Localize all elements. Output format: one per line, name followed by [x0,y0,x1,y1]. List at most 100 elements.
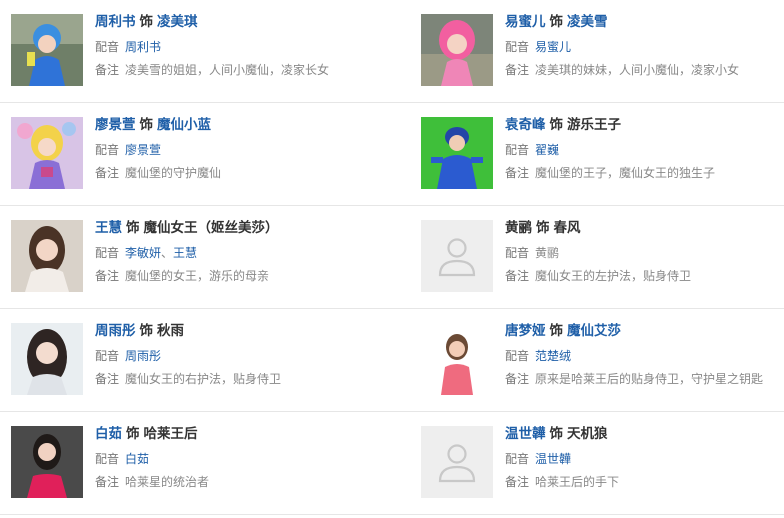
as-text: 饰 [139,117,154,133]
dub-actor-link[interactable]: 王慧 [173,246,197,260]
dub-label: 配音 [95,349,120,363]
note-label: 备注 [95,372,120,386]
actor-name-link[interactable]: 袁奇峰 [505,117,546,133]
dub-separator: 、 [161,246,174,260]
note-line: 备注 魔仙堡的女王，游乐的母亲 [95,268,395,284]
note-text: 凌美琪的妹妹，人间小魔仙，凌家小女 [535,63,740,77]
actor-name-link[interactable]: 唐梦娅 [505,323,546,339]
dub-label: 配音 [95,246,120,260]
as-text: 饰 [549,323,564,339]
note-label: 备注 [505,63,530,77]
actor-photo[interactable] [11,220,83,292]
role-name-link[interactable]: 凌美琪 [157,14,198,30]
role-name-link[interactable]: 魔仙小蓝 [157,117,211,133]
role-name-link[interactable]: 魔仙艾莎 [567,323,621,339]
dub-label: 配音 [505,246,530,260]
dub-actor-link[interactable]: 范楚绒 [535,349,571,363]
photo-woman-pink-top [421,323,493,395]
actor-photo[interactable] [11,14,83,86]
note-text: 凌美雪的姐姐，人间小魔仙，凌家长女 [125,63,330,77]
avatar-placeholder [421,220,493,292]
actor-photo[interactable] [421,323,493,395]
actor-name-link[interactable]: 廖景萱 [95,117,136,133]
dub-actor-link[interactable]: 翟巍 [535,143,559,157]
dub-actor-link[interactable]: 周利书 [125,40,161,54]
note-line: 备注 哈莱王后的手下 [505,474,784,490]
note-line: 备注 凌美雪的姐姐，人间小魔仙，凌家长女 [95,62,395,78]
dub-label: 配音 [505,40,530,54]
note-label: 备注 [505,475,530,489]
note-line: 备注 哈莱星的统治者 [95,474,395,490]
as-text: 饰 [549,426,564,442]
note-text: 哈莱星的统治者 [125,475,210,489]
note-line: 备注 魔仙堡的守护魔仙 [95,165,395,181]
actor-name-link[interactable]: 周雨彤 [95,323,136,339]
user-icon [438,444,476,483]
actor-name-link[interactable]: 白茹 [95,426,122,442]
photo-woman-portrait [11,220,83,292]
dub-actor: 黄鹂 [535,246,560,260]
actor-photo[interactable] [11,426,83,498]
actor-name-link[interactable]: 温世韡 [505,426,546,442]
cast-row: 廖景萱饰魔仙小蓝 配音 廖景萱 备注 魔仙堡的守护魔仙 袁奇峰 饰 游乐王子 配… [0,103,784,206]
dub-label: 配音 [95,40,120,54]
cast-title: 周利书饰凌美琪 [95,12,395,32]
cast-list: 周利书饰凌美琪 配音 周利书 备注 凌美雪的姐姐，人间小魔仙，凌家长女 易蜜儿 … [0,0,784,518]
note-text: 魔仙女王的右护法，贴身侍卫 [125,372,282,386]
note-label: 备注 [95,475,120,489]
dub-actor-link[interactable]: 白茹 [125,452,149,466]
dub-label: 配音 [505,143,530,157]
actor-photo[interactable] [421,426,493,498]
dub-actor-link[interactable]: 易蜜儿 [535,40,571,54]
user-icon [438,238,476,277]
dub-actor-link[interactable]: 温世韡 [535,452,571,466]
note-text: 魔仙堡的女王，游乐的母亲 [125,269,270,283]
cast-title: 白茹饰哈莱王后 [95,424,395,444]
cast-title: 王慧饰魔仙女王（姬丝美莎） [95,218,395,238]
note-label: 备注 [505,166,530,180]
note-label: 备注 [95,63,120,77]
photo-boy-green-screen [421,117,493,189]
actor-name-link[interactable]: 周利书 [95,14,136,30]
cast-title: 易蜜儿饰凌美雪 [505,12,784,32]
actor-photo[interactable] [11,323,83,395]
dub-line: 配音 廖景萱 [95,142,395,158]
photo-girl-blue-costume [11,14,83,86]
dub-label: 配音 [95,143,120,157]
actor-photo[interactable] [11,117,83,189]
actor-photo[interactable] [421,117,493,189]
dub-line: 配音 周雨彤 [95,348,395,364]
role-name: 游乐王子 [567,117,621,133]
as-text: 饰 [139,323,154,339]
cast-title: 温世韡饰天机狼 [505,424,784,444]
avatar-placeholder [421,426,493,498]
as-text: 饰 [126,220,140,236]
note-text: 原来是哈莱王后的贴身侍卫，守护星之钥匙 [535,372,764,386]
cast-title: 唐梦娅饰魔仙艾莎 [505,321,784,341]
photo-woman-longhair [11,323,83,395]
role-name: 天机狼 [567,426,608,442]
actor-name-link[interactable]: 王慧 [95,220,122,236]
cast-row: 周雨彤饰秋雨 配音 周雨彤 备注 魔仙女王的右护法，贴身侍卫 唐梦娅 饰 魔仙艾… [0,309,784,412]
dub-actor-link[interactable]: 周雨彤 [125,349,161,363]
note-line: 备注 魔仙堡的王子，魔仙女王的独生子 [505,165,784,181]
as-text: 饰 [126,426,140,442]
role-name: 魔仙女王（姬丝美莎） [143,220,279,236]
role-name-link[interactable]: 凌美雪 [567,14,608,30]
cast-row: 周利书饰凌美琪 配音 周利书 备注 凌美雪的姐姐，人间小魔仙，凌家长女 易蜜儿 … [0,0,784,103]
cast-row: 白茹饰哈莱王后 配音 白茹 备注 哈莱星的统治者 温世韡 饰 天机狼 配音 温世… [0,412,784,515]
cast-row: 王慧饰魔仙女王（姬丝美莎） 配音李敏妍、王慧 备注魔仙堡的女王，游乐的母亲 [0,206,784,309]
dub-label: 配音 [95,452,120,466]
actor-photo[interactable] [421,14,493,86]
note-text: 魔仙女王的左护法，贴身侍卫 [535,269,692,283]
actor-photo[interactable] [421,220,493,292]
dub-label: 配音 [505,452,530,466]
note-label: 备注 [505,269,530,283]
note-line: 备注 魔仙女王的左护法，贴身侍卫 [505,268,784,284]
dub-actor-link[interactable]: 廖景萱 [125,143,161,157]
note-line: 备注 魔仙女王的右护法，贴身侍卫 [95,371,395,387]
role-name: 哈莱王后 [143,426,198,442]
dub-actor-link[interactable]: 李敏妍 [125,246,161,260]
cast-title: 袁奇峰饰游乐王子 [505,115,784,135]
actor-name-link[interactable]: 易蜜儿 [505,14,546,30]
